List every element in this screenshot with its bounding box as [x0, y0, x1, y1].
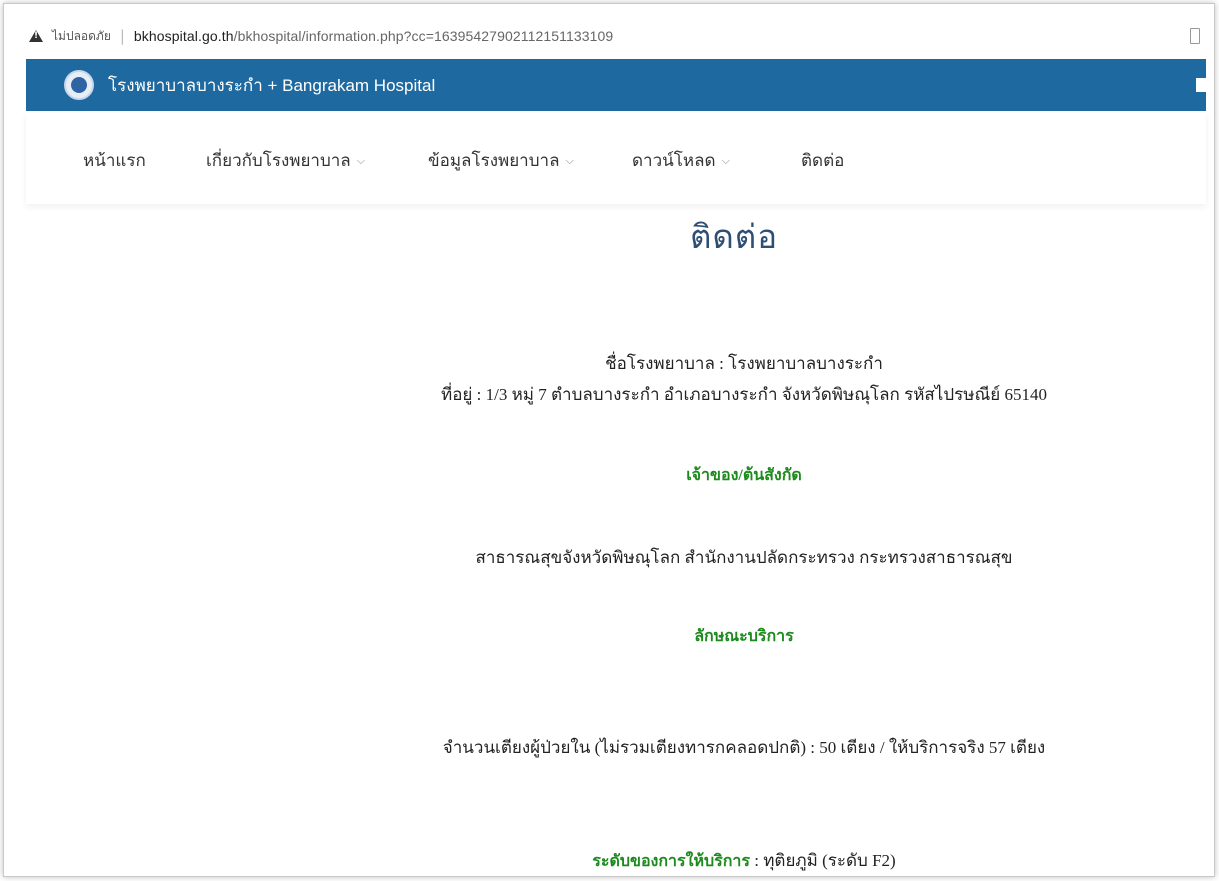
hospital-name: ชื่อโรงพยาบาล : โรงพยาบาลบางระกำ [605, 354, 883, 373]
service-level-value: : ทุติยภูมิ (ระดับ F2) [750, 851, 896, 870]
hospital-address: ที่อยู่ : 1/3 หมู่ 7 ตำบลบางระกำ อำเภอบา… [441, 385, 1047, 404]
nav-item-label: เกี่ยวกับโรงพยาบาล [206, 151, 351, 170]
browser-action-icon[interactable] [1190, 28, 1200, 44]
nav-item-download[interactable]: ดาวน์โหลด ⌵ [632, 147, 730, 174]
site-header: โรงพยาบาลบางระกำ + Bangrakam Hospital [26, 59, 1206, 111]
nav-item-label: ข้อมูลโรงพยาบาล [428, 151, 560, 170]
service-level: ระดับของการให้บริการ : ทุติยภูมิ (ระดับ … [4, 847, 1214, 874]
nav-item-label: ดาวน์โหลด [632, 151, 716, 170]
nav-item-about[interactable]: เกี่ยวกับโรงพยาบาล ⌵ [206, 147, 365, 174]
beds-info: จำนวนเตียงผู้ป่วยใน (ไม่รวมเตียงทารกคลอด… [442, 738, 1046, 757]
warning-icon [29, 30, 43, 42]
service-heading: ลักษณะบริการ [694, 628, 794, 645]
chevron-down-icon: ⌵ [356, 155, 366, 167]
nav-item-home[interactable]: หน้าแรก [83, 147, 146, 174]
url-text[interactable]: bkhospital.go.th/bkhospital/information.… [134, 28, 613, 44]
chevron-down-icon: ⌵ [565, 155, 574, 167]
site-title[interactable]: โรงพยาบาลบางระกำ + Bangrakam Hospital [108, 72, 435, 99]
page-title: ติดต่อ [689, 218, 779, 255]
chevron-down-icon: ⌵ [721, 155, 730, 167]
owner-heading: เจ้าของ/ต้นสังกัด [686, 467, 802, 484]
main-content: ติดต่อ ชื่อโรงพยาบาล : โรงพยาบาลบางระกำ … [4, 204, 1214, 876]
main-nav: หน้าแรก เกี่ยวกับโรงพยาบาล ⌵ ข้อมูลโรงพยา… [26, 112, 1206, 204]
url-path: /bkhospital/information.php?cc=163954279… [233, 28, 614, 44]
nav-item-contact[interactable]: ติดต่อ [801, 147, 844, 174]
address-separator: | [119, 27, 125, 45]
header-menu-icon[interactable] [1196, 78, 1206, 92]
service-level-label: ระดับของการให้บริการ [592, 853, 750, 870]
url-host: bkhospital.go.th [133, 28, 234, 44]
nav-item-label: หน้าแรก [83, 151, 146, 170]
owner-text: สาธารณสุขจังหวัดพิษณุโลก สำนักงานปลัดกระ… [475, 548, 1013, 567]
address-bar[interactable]: ไม่ปลอดภัย | bkhospital.go.th/bkhospital… [4, 18, 1214, 54]
nav-item-label: ติดต่อ [801, 151, 845, 170]
security-label[interactable]: ไม่ปลอดภัย [52, 27, 111, 46]
hospital-logo-icon[interactable] [64, 70, 94, 100]
nav-item-hospital-info[interactable]: ข้อมูลโรงพยาบาล ⌵ [428, 147, 574, 174]
browser-window: ไม่ปลอดภัย | bkhospital.go.th/bkhospital… [3, 3, 1215, 877]
